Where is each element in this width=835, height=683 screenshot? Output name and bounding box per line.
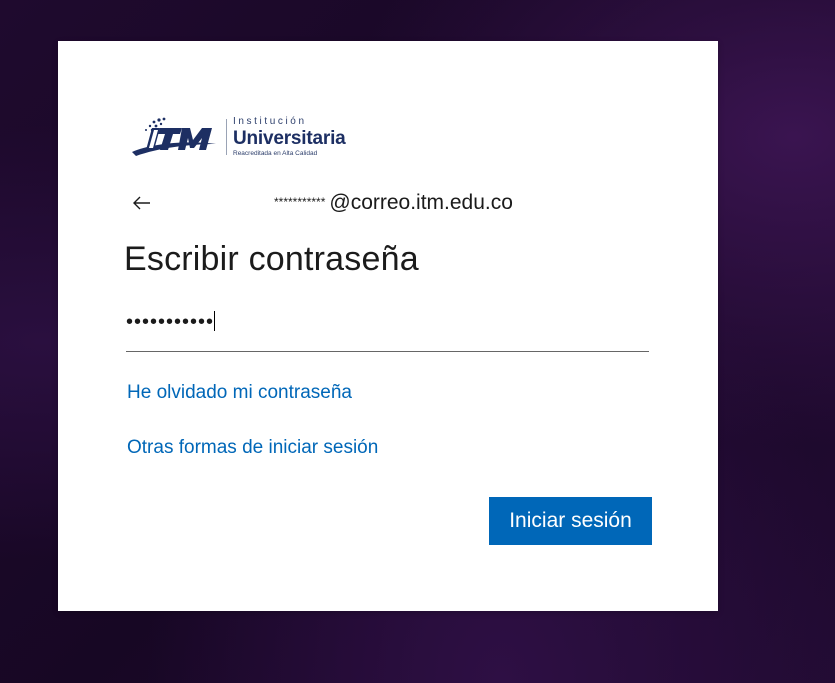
account-identity: *********** @correo.itm.edu.co (274, 191, 513, 215)
logo-line-institucion: Institución (233, 115, 307, 127)
password-masked-value: ••••••••••• (126, 311, 215, 333)
password-input[interactable]: ••••••••••• (126, 311, 649, 352)
sign-in-button[interactable]: Iniciar sesión (489, 497, 652, 545)
masked-username: *********** (274, 195, 326, 209)
back-arrow-icon[interactable] (130, 191, 154, 215)
other-sign-in-options-link[interactable]: Otras formas de iniciar sesión (127, 437, 378, 459)
text-caret (214, 311, 216, 331)
sign-in-card: Institución Universitaria Reacreditada e… (58, 41, 718, 611)
logo-line-universitaria: Universitaria (233, 127, 346, 149)
page-title: Escribir contraseña (124, 240, 419, 278)
email-domain: @correo.itm.edu.co (329, 191, 513, 214)
forgot-password-link[interactable]: He olvidado mi contraseña (127, 382, 352, 404)
logo-wordmark: Institución Universitaria Reacreditada e… (233, 115, 346, 158)
logo-line-reacreditada: Reacreditada en Alta Calidad (233, 149, 318, 157)
itm-logo: Institución Universitaria Reacreditada e… (130, 114, 370, 160)
logo-divider (226, 119, 227, 155)
itm-logo-mark (130, 114, 224, 160)
